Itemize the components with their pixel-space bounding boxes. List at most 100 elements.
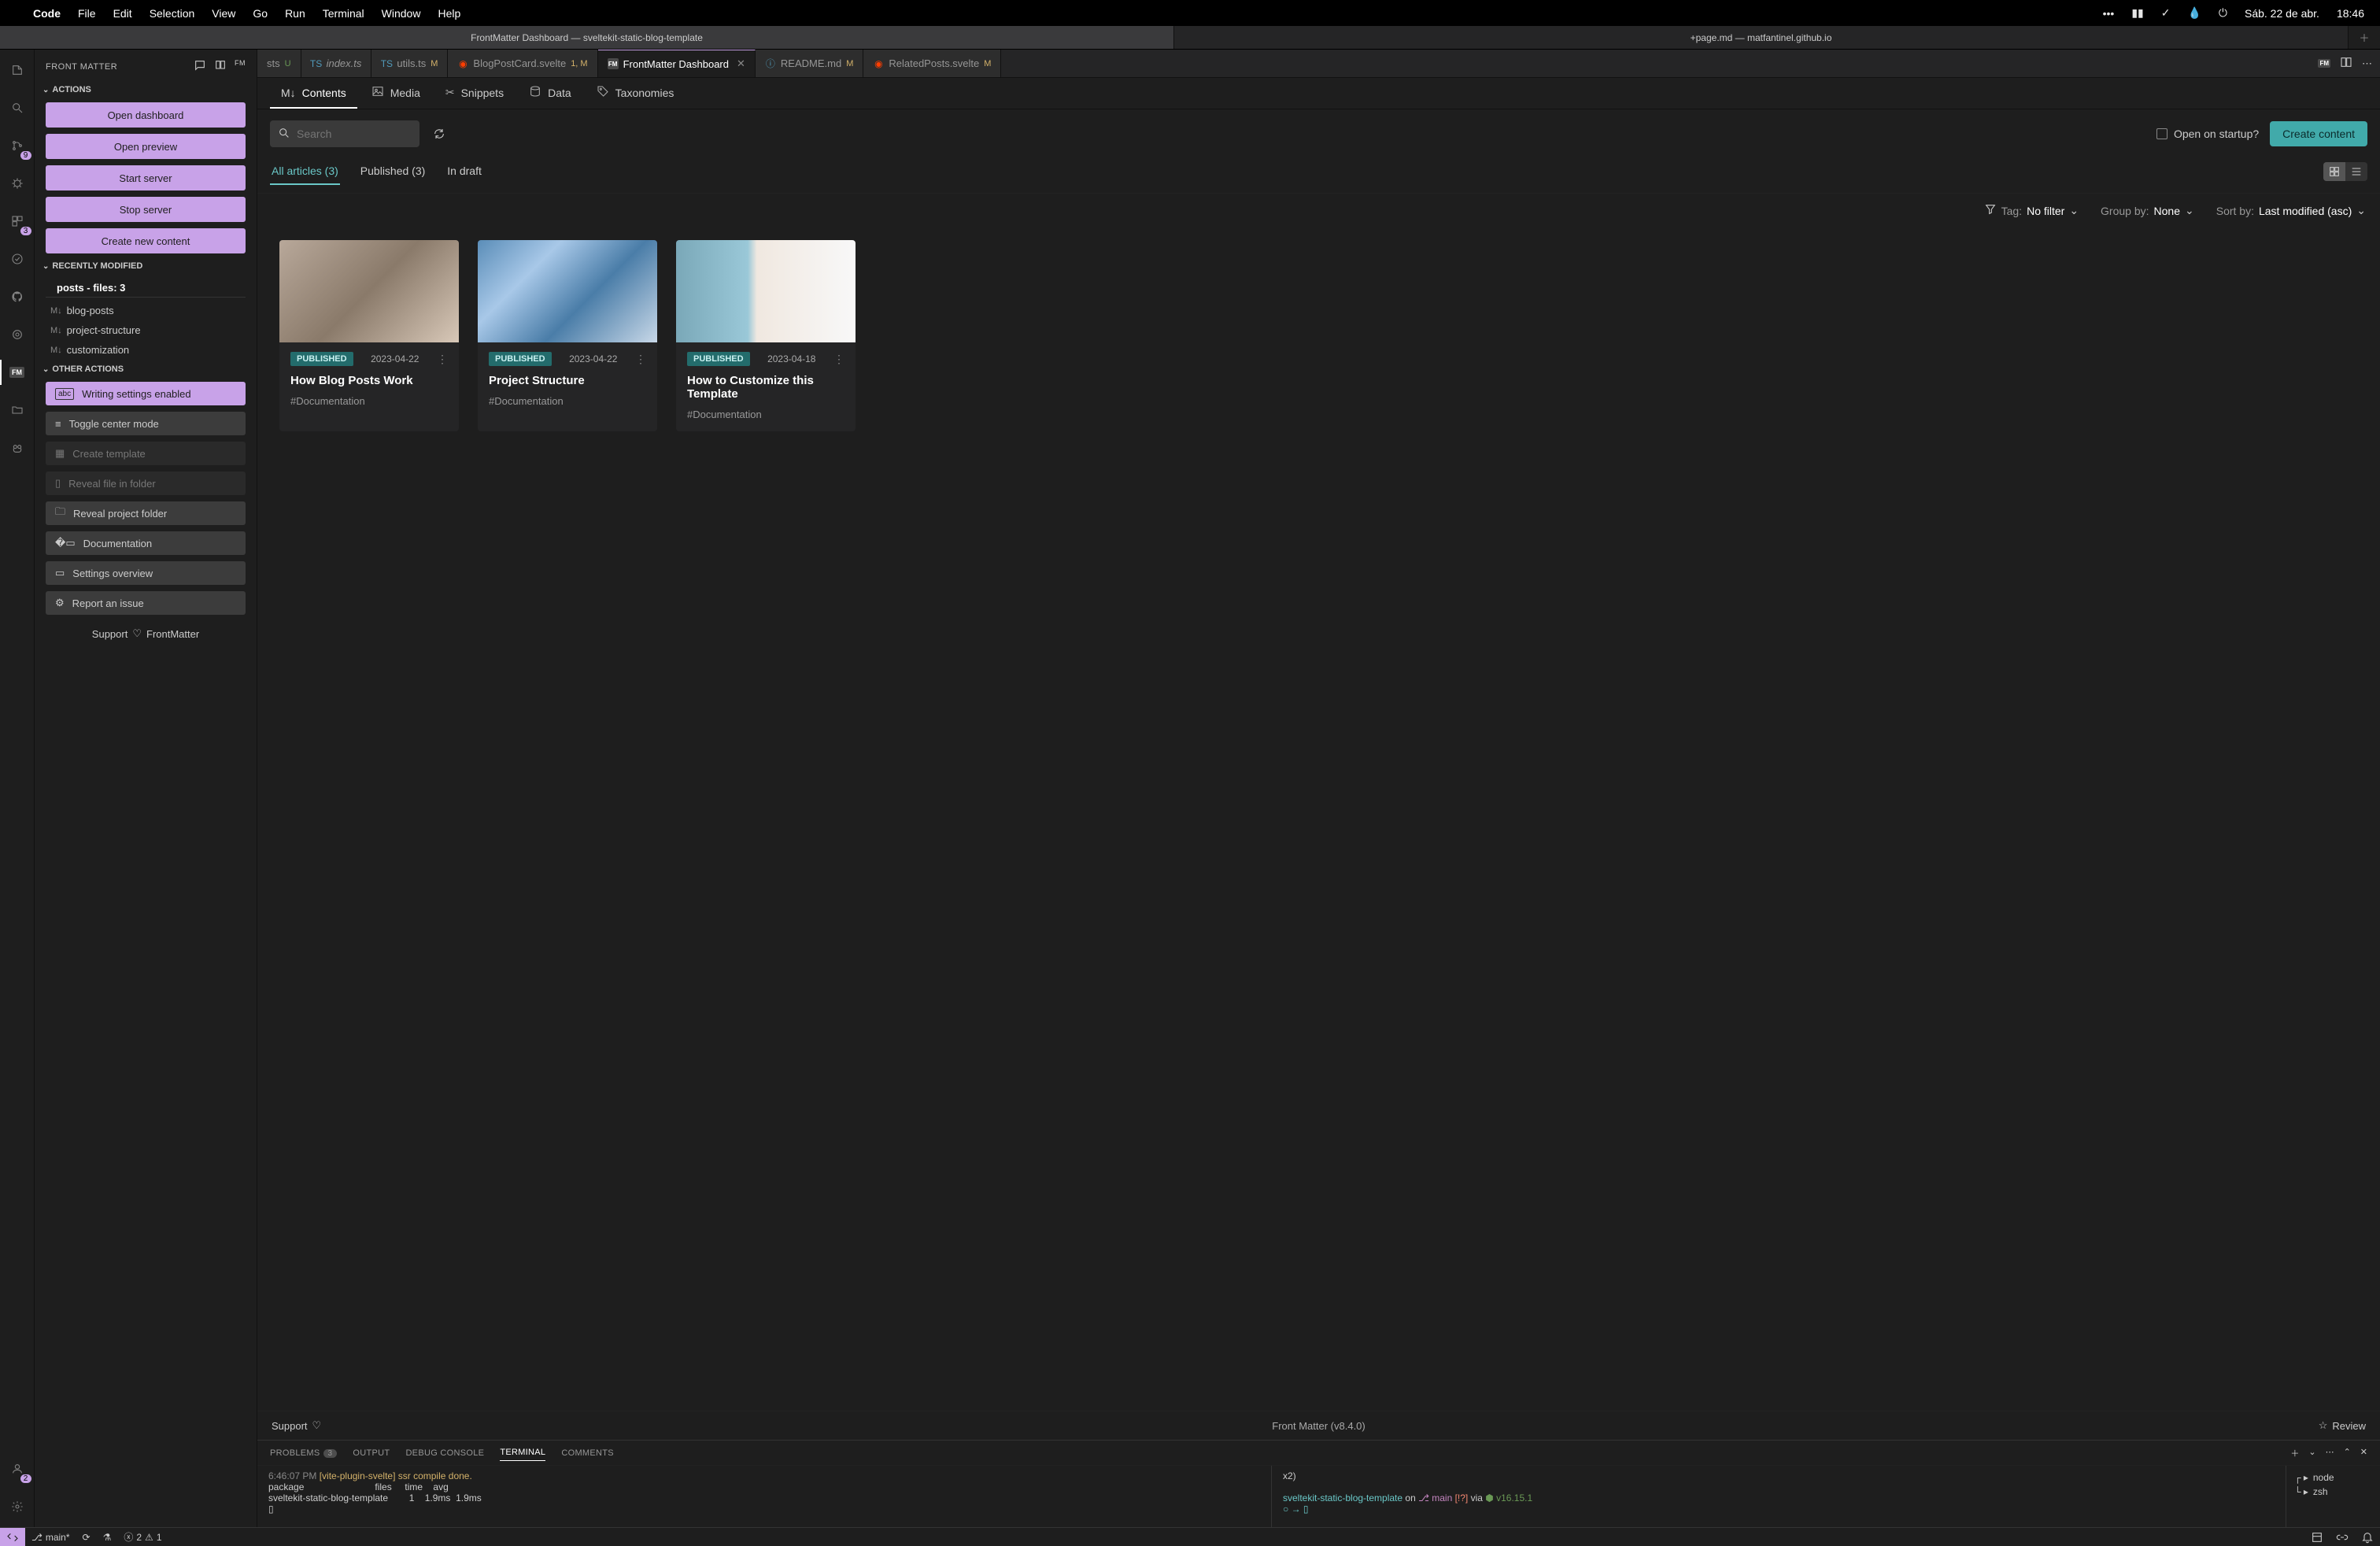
cloud-button[interactable]: ⚗ — [97, 1528, 118, 1546]
frontmatter-icon[interactable]: FM — [6, 361, 28, 383]
filter-draft[interactable]: In draft — [445, 158, 483, 185]
list-view-button[interactable] — [2345, 162, 2367, 181]
more-icon[interactable]: ⋯ — [2326, 1447, 2334, 1459]
documentation-button[interactable]: �​▭Documentation — [46, 531, 246, 555]
menubar-check-icon[interactable]: ✓ — [2161, 6, 2171, 20]
recent-item[interactable]: M↓customization — [35, 340, 257, 360]
remote-icon[interactable] — [6, 248, 28, 270]
problems-indicator[interactable]: ⓧ2⚠1 — [117, 1528, 168, 1546]
shell-item[interactable]: └ ▸zsh — [2294, 1485, 2372, 1499]
recent-item[interactable]: M↓project-structure — [35, 320, 257, 340]
toggle-center-button[interactable]: ≡Toggle center mode — [46, 412, 246, 435]
create-new-content-button[interactable]: Create new content — [46, 228, 246, 253]
report-issue-button[interactable]: ⚙Report an issue — [46, 591, 246, 615]
recent-section[interactable]: ⌄RECENTLY MODIFIED — [35, 257, 257, 276]
terminal-pane-1[interactable]: 6:46:07 PM [vite-plugin-svelte] ssr comp… — [257, 1466, 1272, 1527]
copilot-icon[interactable] — [6, 437, 28, 459]
nav-snippets[interactable]: ✂Snippets — [434, 78, 515, 109]
grid-view-button[interactable] — [2323, 162, 2345, 181]
sync-button[interactable]: ⟳ — [76, 1528, 97, 1546]
recent-item[interactable]: M↓blog-posts — [35, 301, 257, 320]
chevron-up-icon[interactable]: ⌃ — [2344, 1447, 2351, 1459]
more-icon[interactable]: ⋯ — [2362, 57, 2372, 70]
target-icon[interactable] — [6, 324, 28, 346]
menu-terminal[interactable]: Terminal — [323, 7, 364, 20]
editor-tab[interactable]: ⓘREADME.mdM — [756, 50, 863, 77]
shell-item[interactable]: ┌ ▸node — [2294, 1470, 2372, 1485]
menubar-drop-icon[interactable]: 💧 — [2187, 6, 2201, 20]
menu-file[interactable]: File — [78, 7, 96, 20]
editor-tab[interactable]: TSindex.ts — [301, 50, 372, 77]
card-menu-icon[interactable]: ⋮ — [635, 353, 646, 366]
stop-server-button[interactable]: Stop server — [46, 197, 246, 222]
editor-tab[interactable]: ◉RelatedPosts.svelteM — [863, 50, 1001, 77]
reveal-project-button[interactable]: 🗀Reveal project folder — [46, 501, 246, 525]
control-center-icon[interactable]: ⏻ — [2219, 6, 2227, 20]
branch-indicator[interactable]: ⎇main* — [25, 1528, 76, 1546]
sort-by[interactable]: Sort by: Last modified (asc) ⌄ — [2216, 204, 2366, 217]
github-icon[interactable] — [6, 286, 28, 308]
book-icon[interactable] — [214, 59, 227, 74]
folder-icon[interactable] — [6, 399, 28, 421]
panel-tab-problems[interactable]: PROBLEMS3 — [270, 1445, 337, 1461]
menubar-date[interactable]: Sáb. 22 de abr. — [2245, 7, 2319, 20]
remote-button[interactable] — [0, 1528, 25, 1546]
settings-gear-icon[interactable] — [6, 1496, 28, 1518]
menu-view[interactable]: View — [212, 7, 235, 20]
actions-section[interactable]: ⌄ACTIONS — [35, 80, 257, 99]
debug-icon[interactable] — [6, 172, 28, 194]
new-terminal-icon[interactable]: ＋ — [2290, 1447, 2299, 1459]
content-card[interactable]: PUBLISHED2023-04-18⋮ How to Customize th… — [676, 240, 856, 431]
content-card[interactable]: PUBLISHED2023-04-22⋮ How Blog Posts Work… — [279, 240, 459, 431]
close-icon[interactable]: ✕ — [737, 57, 745, 70]
filter-published[interactable]: Published (3) — [359, 158, 427, 185]
accounts-icon[interactable]: 2 — [6, 1458, 28, 1480]
panel-tab-comments[interactable]: COMMENTS — [561, 1445, 614, 1461]
editor-tab-active[interactable]: FMFrontMatter Dashboard✕ — [598, 50, 756, 77]
explorer-icon[interactable] — [6, 59, 28, 81]
group-by[interactable]: Group by: None ⌄ — [2101, 204, 2194, 217]
layout-icon[interactable] — [2304, 1528, 2330, 1546]
nav-data[interactable]: Data — [518, 78, 582, 109]
menu-run[interactable]: Run — [285, 7, 305, 20]
menu-go[interactable]: Go — [253, 7, 268, 20]
menubar-time[interactable]: 18:46 — [2337, 7, 2364, 20]
open-preview-button[interactable]: Open preview — [46, 134, 246, 159]
app-name[interactable]: Code — [33, 7, 61, 20]
create-template-button[interactable]: ▦Create template — [46, 442, 246, 465]
editor-tab[interactable]: ◉BlogPostCard.svelte1, M — [448, 50, 597, 77]
chevron-down-icon[interactable]: ⌄ — [2308, 1447, 2315, 1459]
editor-tab[interactable]: TSutils.tsM — [371, 50, 448, 77]
add-window-tab[interactable]: ＋ — [2349, 26, 2380, 49]
review-link[interactable]: ☆Review — [2319, 1419, 2366, 1432]
refresh-button[interactable] — [431, 125, 448, 142]
startup-checkbox[interactable]: Open on startup? — [2156, 128, 2259, 140]
content-card[interactable]: PUBLISHED2023-04-22⋮ Project Structure #… — [478, 240, 657, 431]
terminal[interactable]: 6:46:07 PM [vite-plugin-svelte] ssr comp… — [257, 1466, 2380, 1527]
terminal-pane-2[interactable]: x2) sveltekit-static-blog-template on ⎇ … — [1272, 1466, 2286, 1527]
filter-all[interactable]: All articles (3) — [270, 158, 340, 185]
editor-tab[interactable]: stsU — [257, 50, 301, 77]
panel-tab-terminal[interactable]: TERMINAL — [500, 1444, 545, 1461]
support-link[interactable]: Support♡ — [272, 1419, 321, 1432]
close-panel-icon[interactable]: ✕ — [2360, 1447, 2367, 1459]
other-section[interactable]: ⌄OTHER ACTIONS — [35, 360, 257, 379]
start-server-button[interactable]: Start server — [46, 165, 246, 190]
panel-tab-debug[interactable]: DEBUG CONSOLE — [405, 1445, 484, 1461]
search-box[interactable] — [270, 120, 419, 147]
card-menu-icon[interactable]: ⋮ — [833, 353, 844, 366]
menu-edit[interactable]: Edit — [113, 7, 132, 20]
chat-icon[interactable] — [194, 59, 206, 74]
source-control-icon[interactable]: 9 — [6, 135, 28, 157]
sidebar-support[interactable]: Support ♡ FrontMatter — [35, 618, 257, 649]
tag-filter[interactable]: Tag: No filter ⌄ — [1984, 203, 2079, 218]
menu-window[interactable]: Window — [382, 7, 421, 20]
card-menu-icon[interactable]: ⋮ — [437, 353, 448, 366]
fm-small-icon[interactable]: FM — [235, 59, 246, 74]
settings-overview-button[interactable]: ▭Settings overview — [46, 561, 246, 585]
menubar-pause-icon[interactable]: ▮▮ — [2131, 6, 2143, 20]
writing-settings-button[interactable]: abcWriting settings enabled — [46, 382, 246, 405]
reveal-file-button[interactable]: ▯Reveal file in folder — [46, 472, 246, 495]
menu-selection[interactable]: Selection — [150, 7, 195, 20]
link-icon[interactable] — [2330, 1528, 2355, 1546]
